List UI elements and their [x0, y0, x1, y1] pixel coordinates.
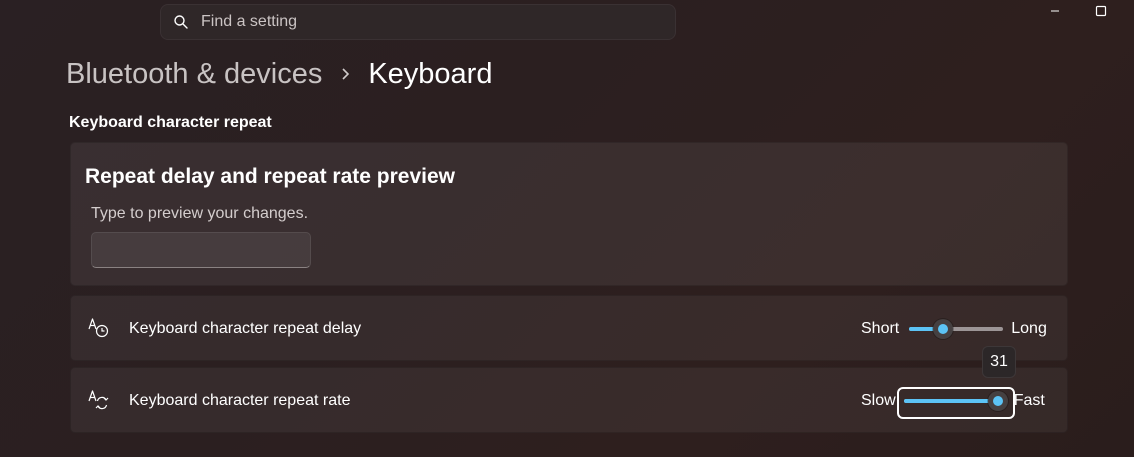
delay-max-label: Long: [1011, 320, 1047, 337]
preview-card: Repeat delay and repeat rate preview Typ…: [70, 142, 1068, 286]
preview-subtitle: Type to preview your changes.: [91, 205, 309, 222]
repeat-rate-slider[interactable]: [903, 391, 1008, 411]
repeat-rate-row: Keyboard character repeat rate 31 Slow F…: [70, 346, 1068, 434]
delay-min-label: Short: [861, 320, 900, 337]
maximize-icon: [1095, 4, 1107, 22]
search-icon: [173, 14, 189, 30]
repeat-rate-label: Keyboard character repeat rate: [129, 392, 351, 409]
repeat-delay-label: Keyboard character repeat delay: [129, 320, 362, 337]
page-title: Keyboard: [368, 57, 493, 90]
rate-max-label: Fast: [1013, 392, 1045, 409]
breadcrumb: Bluetooth & devices Keyboard: [66, 52, 492, 96]
minimize-icon: [1049, 4, 1061, 22]
keyboard-delay-icon: [87, 316, 111, 340]
repeat-rate-slider-group: Slow Fast: [861, 368, 1045, 434]
section-title: Keyboard character repeat: [69, 114, 272, 131]
repeat-delay-row: Keyboard character repeat delay Short Lo…: [70, 295, 1068, 361]
slider-thumb[interactable]: [987, 391, 1008, 411]
search-input[interactable]: [201, 13, 675, 31]
maximize-button[interactable]: [1091, 4, 1111, 22]
search-box[interactable]: [160, 4, 676, 40]
slider-fill: [903, 399, 998, 403]
breadcrumb-parent-link[interactable]: Bluetooth & devices: [66, 58, 322, 91]
slider-thumb[interactable]: [933, 319, 954, 339]
repeat-delay-slider[interactable]: [909, 319, 1004, 339]
rate-min-label: Slow: [861, 392, 896, 409]
minimize-button[interactable]: [1045, 4, 1065, 22]
preview-title: Repeat delay and repeat rate preview: [85, 165, 455, 188]
repeat-delay-slider-group: Short Long: [861, 296, 1047, 362]
chevron-right-icon: [340, 67, 352, 81]
preview-input[interactable]: [91, 232, 311, 268]
keyboard-rate-icon: [87, 388, 111, 412]
